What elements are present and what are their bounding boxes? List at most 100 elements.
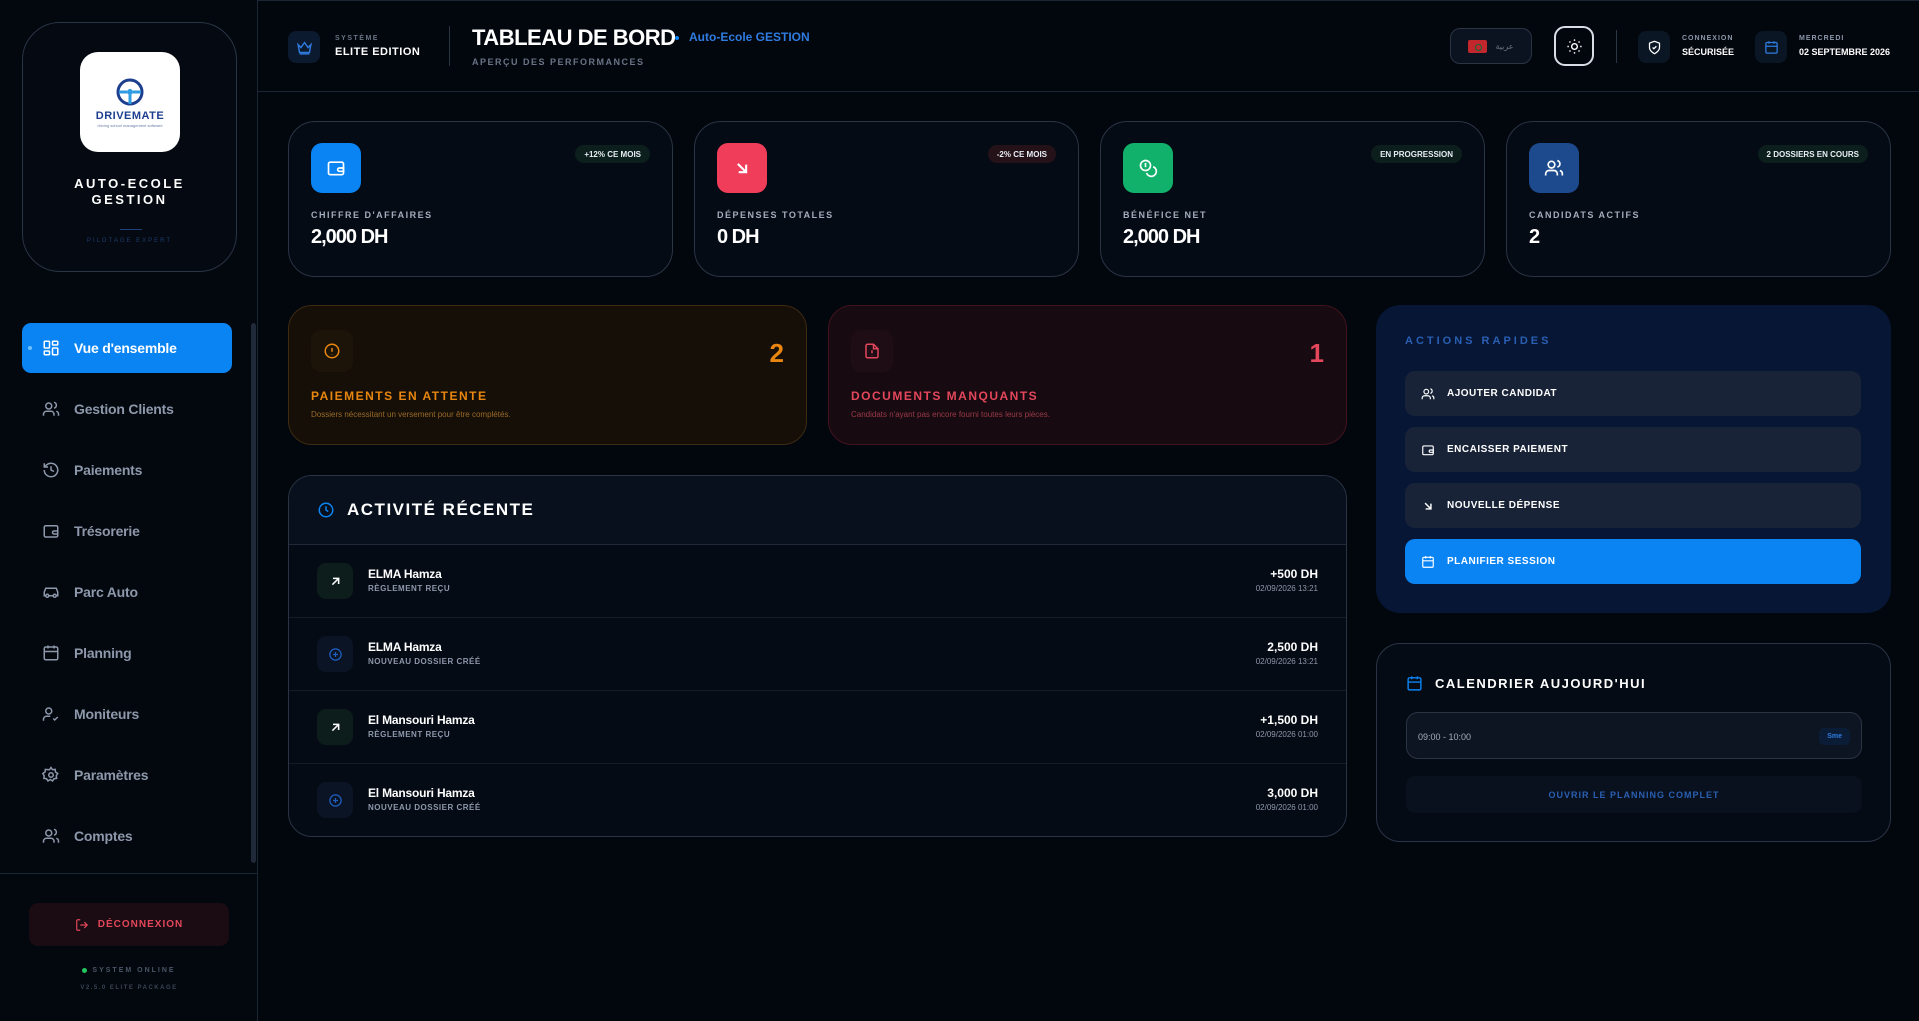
edition-badge xyxy=(288,31,320,63)
top-header: SYSTÈME ELITE EDITION TABLEAU DE BORD Au… xyxy=(258,0,1919,92)
activity-date: 02/09/2026 01:00 xyxy=(1255,730,1318,739)
sidebar-nav: Vue d'ensemble Gestion Clients Paiements… xyxy=(22,323,232,872)
sidebar-item-label: Trésorerie xyxy=(74,523,140,539)
add-candidate-button[interactable]: AJOUTER CANDIDAT xyxy=(1405,371,1861,416)
kpi-value: 2,000 DH xyxy=(1123,226,1200,248)
sidebar-item-comptes[interactable]: Comptes xyxy=(22,811,232,861)
kpi-badge: -2% CE MOIS xyxy=(987,145,1056,163)
kpi-label: CANDIDATS ACTIFS xyxy=(1529,210,1640,220)
activity-name: ELMA Hamza xyxy=(368,567,442,581)
wallet-icon xyxy=(43,525,59,538)
button-label: ENCAISSER PAIEMENT xyxy=(1447,444,1569,455)
activity-date: 02/09/2026 13:21 xyxy=(1255,584,1318,593)
kpi-icon-box xyxy=(1529,143,1579,193)
coins-icon xyxy=(1139,159,1158,178)
breadcrumb: Auto-Ecole GESTION xyxy=(689,30,810,44)
slot-time: 09:00 - 10:00 xyxy=(1418,732,1472,742)
missing-documents-card[interactable]: 1 DOCUMENTS MANQUANTS Candidats n'ayant … xyxy=(828,305,1347,445)
activity-amount: +1,500 DH xyxy=(1260,713,1318,727)
alert-icon-box xyxy=(311,330,353,372)
brand-divider xyxy=(120,229,142,230)
sidebar-item-parc-auto[interactable]: Parc Auto xyxy=(22,567,232,617)
car-icon xyxy=(43,587,59,598)
activity-name: El Mansouri Hamza xyxy=(368,786,475,800)
file-alert-icon xyxy=(865,343,879,359)
system-version: V2.5.0 ELITE PACKAGE xyxy=(80,985,178,991)
sidebar-scrollbar[interactable] xyxy=(251,323,256,863)
sidebar-item-paiements[interactable]: Paiements xyxy=(22,445,232,495)
kpi-value: 2,000 DH xyxy=(311,226,388,248)
kpi-card-expenses: -2% CE MOIS DÉPENSES TOTALES 0 DH xyxy=(694,121,1079,277)
schedule-session-button[interactable]: PLANIFIER SESSION xyxy=(1405,539,1861,584)
kpi-card-active-candidates: 2 DOSSIERS EN COURS CANDIDATS ACTIFS 2 xyxy=(1506,121,1891,277)
sidebar-item-parametres[interactable]: Paramètres xyxy=(22,750,232,800)
button-label: PLANIFIER SESSION xyxy=(1447,556,1556,567)
activity-row[interactable]: ELMA Hamza RÈGLEMENT REÇU +500 DH 02/09/… xyxy=(289,545,1346,618)
brand-title: AUTO-ECOLE GESTION xyxy=(23,176,236,208)
kpi-value: 0 DH xyxy=(717,226,760,248)
logout-button[interactable]: DÉCONNEXION xyxy=(29,903,229,946)
calendar-icon xyxy=(1422,555,1434,568)
plus-circle-icon xyxy=(328,793,342,807)
logo-subtext: driving school management software xyxy=(97,123,163,128)
activity-date: 02/09/2026 13:21 xyxy=(1255,657,1318,666)
user-check-icon xyxy=(42,707,59,722)
alert-description: Candidats n'ayant pas encore fourni tout… xyxy=(851,410,1050,419)
alert-count: 1 xyxy=(1309,338,1324,368)
sidebar-item-vue-ensemble[interactable]: Vue d'ensemble xyxy=(22,323,232,373)
arrow-down-right-icon xyxy=(1424,502,1432,510)
gear-icon xyxy=(42,766,59,783)
language-switch-button[interactable]: عربية xyxy=(1450,28,1532,64)
language-label: عربية xyxy=(1495,41,1514,51)
logo-wordmark: DRIVEMATE xyxy=(95,110,165,122)
pending-payments-card[interactable]: 2 PAIEMENTS EN ATTENTE Dossiers nécessit… xyxy=(288,305,807,445)
slot-tag: Sme xyxy=(1819,728,1850,745)
sidebar-item-gestion-clients[interactable]: Gestion Clients xyxy=(22,384,232,434)
kpi-icon-box xyxy=(1123,143,1173,193)
sidebar-item-label: Moniteurs xyxy=(74,706,140,722)
activity-icon-box xyxy=(317,563,353,599)
kpi-badge: EN PROGRESSION xyxy=(1371,145,1462,163)
activity-header: ACTIVITÉ RÉCENTE xyxy=(289,476,1346,545)
sidebar-item-label: Comptes xyxy=(74,828,133,844)
sidebar-item-moniteurs[interactable]: Moniteurs xyxy=(22,689,232,739)
plus-circle-icon xyxy=(328,647,342,661)
new-expense-button[interactable]: NOUVELLE DÉPENSE xyxy=(1405,483,1861,528)
activity-type: RÈGLEMENT REÇU xyxy=(368,584,451,593)
quick-actions-title: ACTIONS RAPIDES xyxy=(1405,335,1552,347)
steering-wheel-logo-icon xyxy=(116,78,144,106)
sidebar-item-tresorerie[interactable]: Trésorerie xyxy=(22,506,232,556)
activity-type: RÈGLEMENT REÇU xyxy=(368,730,451,739)
kpi-label: BÉNÉFICE NET xyxy=(1123,210,1208,220)
alert-icon-box xyxy=(851,330,893,372)
brand-title-line1: AUTO-ECOLE xyxy=(74,176,185,191)
activity-amount: +500 DH xyxy=(1270,567,1318,581)
active-indicator xyxy=(28,346,32,350)
brand-title-line2: GESTION xyxy=(91,192,168,207)
open-full-planning-link[interactable]: OUVRIR LE PLANNING COMPLET xyxy=(1406,776,1862,813)
calendar-title: CALENDRIER AUJOURD'HUI xyxy=(1435,676,1647,691)
recent-activity-panel: ACTIVITÉ RÉCENTE ELMA Hamza RÈGLEMENT RE… xyxy=(288,475,1347,837)
sidebar: DRIVEMATE driving school management soft… xyxy=(0,0,258,1021)
activity-row[interactable]: ELMA Hamza NOUVEAU DOSSIER CRÉÉ 2,500 DH… xyxy=(289,618,1346,691)
kpi-badge: 2 DOSSIERS EN COURS xyxy=(1757,145,1868,163)
header-divider xyxy=(1616,30,1617,63)
arrow-down-right-icon xyxy=(737,163,748,174)
connection-status: SÉCURISÉE xyxy=(1682,47,1735,57)
collect-payment-button[interactable]: ENCAISSER PAIEMENT xyxy=(1405,427,1861,472)
activity-row[interactable]: El Mansouri Hamza RÈGLEMENT REÇU +1,500 … xyxy=(289,691,1346,764)
kpi-label: DÉPENSES TOTALES xyxy=(717,210,834,220)
sidebar-item-label: Paiements xyxy=(74,462,143,478)
sidebar-item-label: Parc Auto xyxy=(74,584,138,600)
activity-icon-box xyxy=(317,709,353,745)
calendar-session-slot[interactable]: 09:00 - 10:00 Sme xyxy=(1406,712,1862,759)
clock-icon xyxy=(318,502,334,518)
shield-check-icon xyxy=(1648,40,1660,54)
calendar-icon xyxy=(43,645,59,661)
alert-title: DOCUMENTS MANQUANTS xyxy=(851,389,1039,403)
theme-toggle-button[interactable] xyxy=(1554,26,1594,66)
activity-row[interactable]: El Mansouri Hamza NOUVEAU DOSSIER CRÉÉ 3… xyxy=(289,764,1346,836)
sidebar-item-planning[interactable]: Planning xyxy=(22,628,232,678)
system-status-text: SYSTEM ONLINE xyxy=(92,967,176,974)
alert-title: PAIEMENTS EN ATTENTE xyxy=(311,389,488,403)
